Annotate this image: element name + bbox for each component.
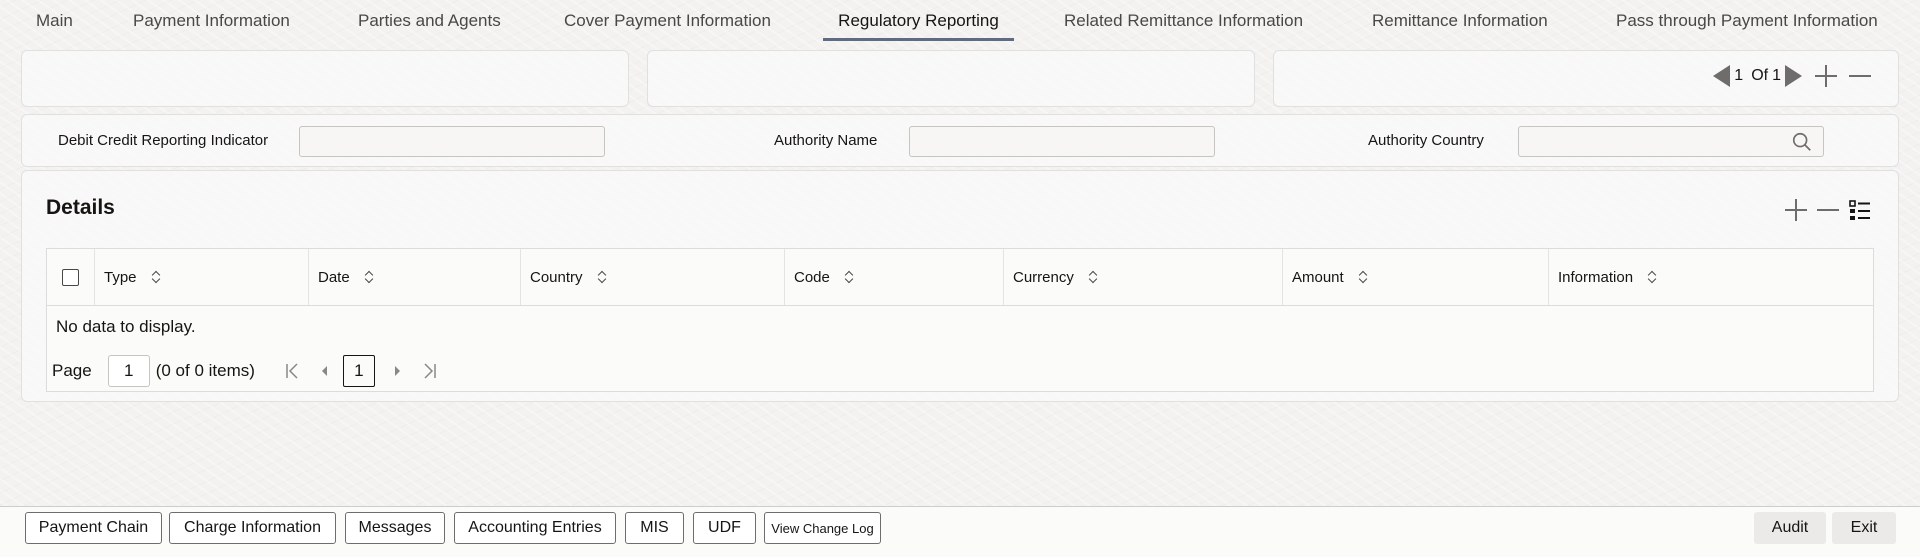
- sort-icon[interactable]: [1647, 269, 1657, 285]
- add-record-icon[interactable]: [1814, 64, 1838, 88]
- column-header-date[interactable]: Date: [309, 249, 521, 305]
- column-header-country[interactable]: Country: [521, 249, 785, 305]
- tab-cover-payment-information[interactable]: Cover Payment Information: [564, 0, 771, 42]
- header-panel-middle: [647, 50, 1255, 107]
- sort-icon[interactable]: [844, 269, 854, 285]
- authority-name-input[interactable]: [909, 126, 1215, 157]
- page-number-input[interactable]: 1: [107, 355, 150, 387]
- tab-parties-and-agents[interactable]: Parties and Agents: [358, 0, 501, 42]
- footer-bar: Payment Chain Charge Information Message…: [0, 506, 1920, 557]
- sort-icon[interactable]: [597, 269, 607, 285]
- column-label: Amount: [1292, 268, 1344, 286]
- messages-button[interactable]: Messages: [345, 512, 445, 544]
- authority-name-label: Authority Name: [774, 132, 878, 149]
- tab-bar: Main Payment Information Parties and Age…: [0, 0, 1920, 42]
- current-page-button[interactable]: 1: [342, 355, 375, 387]
- audit-button[interactable]: Audit: [1754, 512, 1826, 544]
- column-label: Currency: [1013, 268, 1074, 286]
- column-header-amount[interactable]: Amount: [1283, 249, 1549, 305]
- delete-record-icon[interactable]: [1848, 64, 1872, 88]
- authority-country-label: Authority Country: [1368, 132, 1484, 149]
- empty-table-message: No data to display.: [56, 317, 196, 336]
- debit-credit-indicator-input[interactable]: [299, 126, 605, 157]
- add-row-icon[interactable]: [1784, 198, 1808, 222]
- grid-actions: [1784, 198, 1872, 222]
- mis-button[interactable]: MIS: [625, 512, 684, 544]
- debit-credit-indicator-label: Debit Credit Reporting Indicator: [58, 132, 269, 149]
- column-label: Type: [104, 268, 137, 286]
- table-header: Type Date Country Code Currency Amount I…: [47, 249, 1873, 306]
- sort-icon[interactable]: [1088, 269, 1098, 285]
- column-label: Information: [1558, 268, 1634, 286]
- column-header-information[interactable]: Information: [1549, 249, 1873, 305]
- record-navigation: 1 Of 1: [1713, 64, 1872, 88]
- select-all-checkbox[interactable]: [62, 268, 79, 286]
- record-current: 1: [1734, 67, 1744, 84]
- select-all-cell: [47, 249, 95, 305]
- first-page-icon[interactable]: [283, 361, 303, 381]
- last-page-icon[interactable]: [419, 361, 439, 381]
- tab-regulatory-reporting[interactable]: Regulatory Reporting: [823, 0, 1014, 42]
- sort-icon[interactable]: [1358, 269, 1368, 285]
- tab-related-remittance-information[interactable]: Related Remittance Information: [1064, 0, 1303, 42]
- column-header-code[interactable]: Code: [785, 249, 1004, 305]
- next-page-icon[interactable]: [387, 361, 407, 381]
- page-label: Page: [52, 361, 92, 380]
- column-header-type[interactable]: Type: [95, 249, 309, 305]
- column-label: Code: [794, 268, 830, 286]
- search-icon[interactable]: [1791, 131, 1813, 153]
- column-label: Country: [530, 268, 583, 286]
- record-total: 1: [1772, 67, 1781, 84]
- view-change-log-button[interactable]: View Change Log: [764, 512, 881, 544]
- next-record-icon[interactable]: [1785, 65, 1802, 87]
- column-label: Date: [318, 268, 350, 286]
- udf-button[interactable]: UDF: [693, 512, 756, 544]
- tab-main[interactable]: Main: [36, 0, 73, 42]
- details-title: Details: [46, 196, 115, 219]
- previous-record-icon[interactable]: [1713, 65, 1731, 87]
- details-table: Type Date Country Code Currency Amount I…: [46, 248, 1874, 392]
- tab-pass-through-payment-information[interactable]: Pass through Payment Information: [1616, 0, 1878, 42]
- items-count: (0 of 0 items): [155, 361, 255, 380]
- record-of-label: Of: [1751, 67, 1769, 84]
- charge-information-button[interactable]: Charge Information: [169, 512, 336, 544]
- tab-payment-information[interactable]: Payment Information: [133, 0, 290, 42]
- sort-icon[interactable]: [151, 269, 161, 285]
- previous-page-icon[interactable]: [315, 361, 335, 381]
- payment-chain-button[interactable]: Payment Chain: [25, 512, 162, 544]
- exit-button[interactable]: Exit: [1832, 512, 1896, 544]
- accounting-entries-button[interactable]: Accounting Entries: [454, 512, 616, 544]
- authority-country-input[interactable]: [1518, 126, 1824, 157]
- sort-icon[interactable]: [364, 269, 374, 285]
- tab-remittance-information[interactable]: Remittance Information: [1372, 0, 1548, 42]
- column-header-currency[interactable]: Currency: [1004, 249, 1283, 305]
- single-view-icon[interactable]: [1848, 198, 1872, 222]
- pagination: Page 1 (0 of 0 items) 1: [52, 355, 439, 387]
- delete-row-icon[interactable]: [1816, 198, 1840, 222]
- header-panel-left: [21, 50, 629, 107]
